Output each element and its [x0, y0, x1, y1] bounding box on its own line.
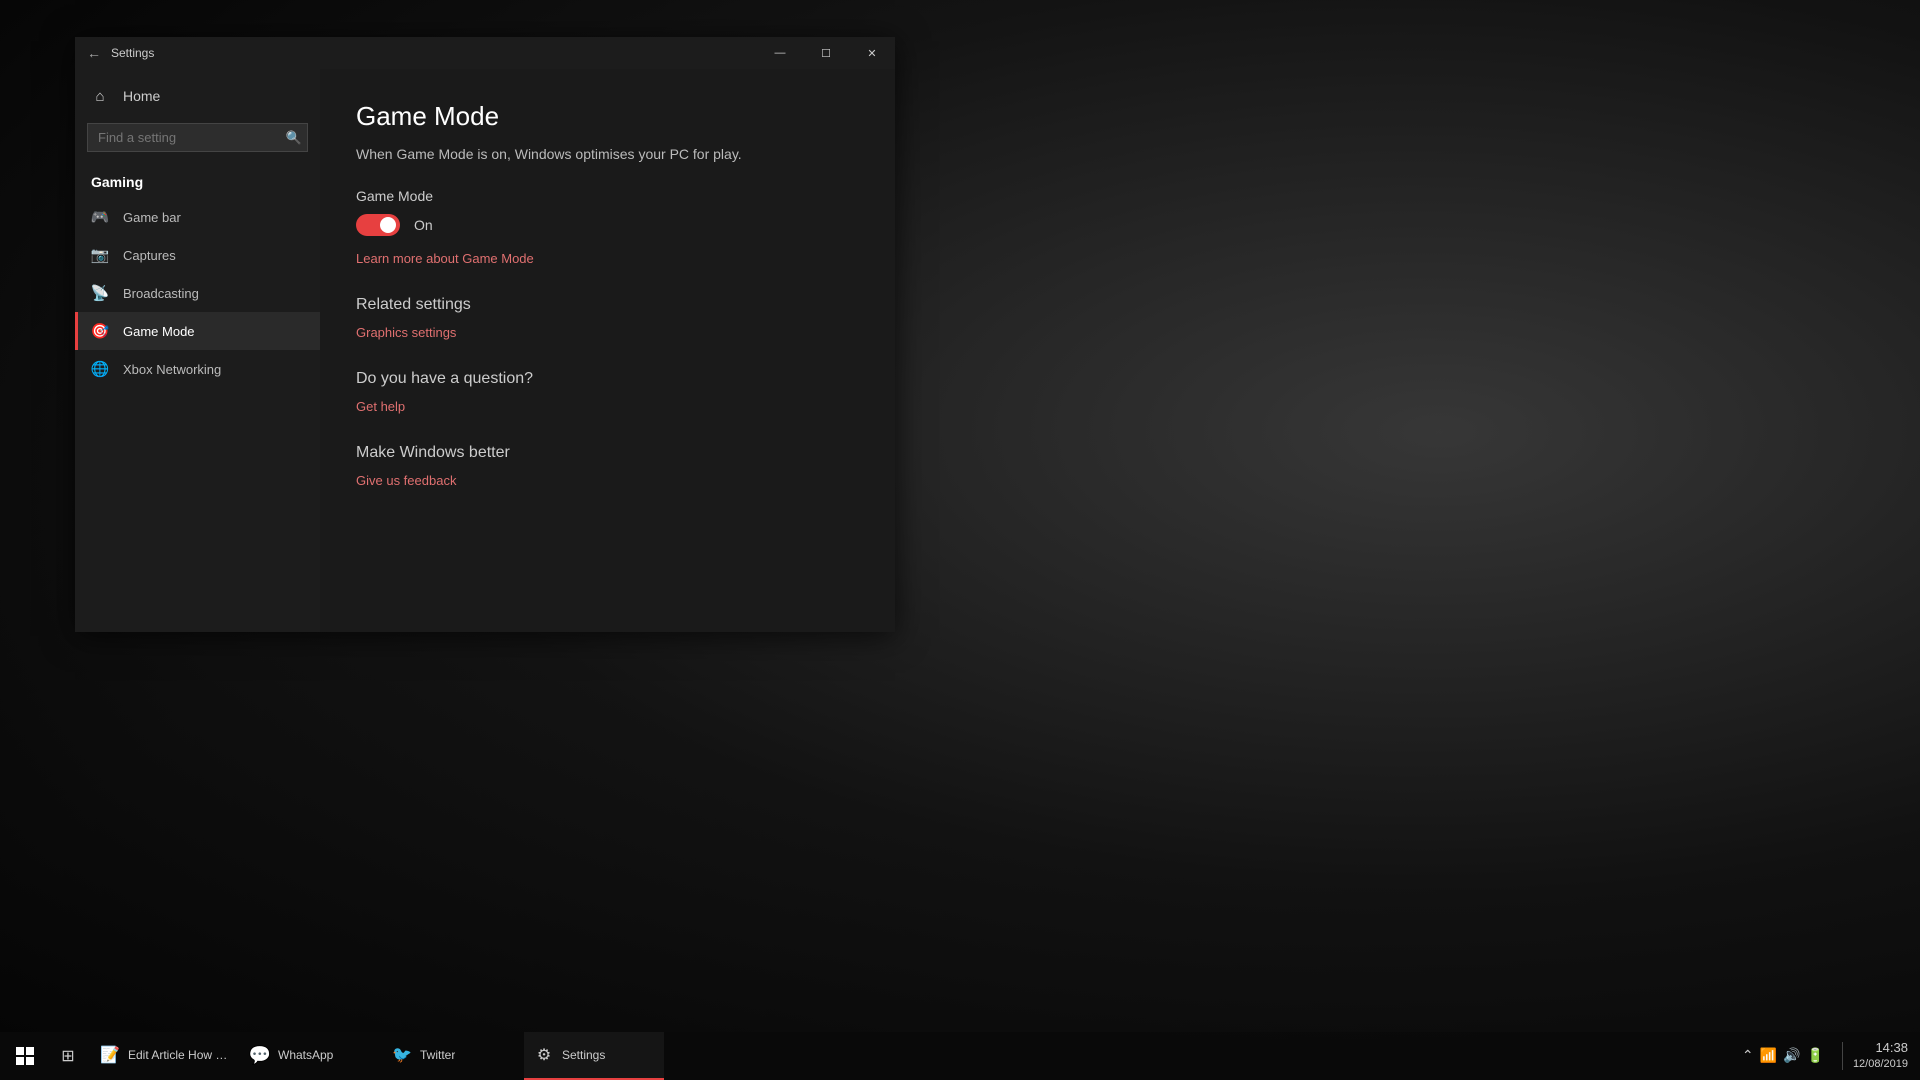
page-title: Game Mode: [356, 101, 859, 132]
maximize-button[interactable]: ☐: [803, 37, 849, 69]
section-label: Gaming: [75, 160, 320, 198]
battery-icon[interactable]: 🔋: [1807, 1047, 1824, 1064]
game-mode-toggle[interactable]: [356, 214, 400, 236]
home-icon: ⌂: [91, 87, 109, 105]
settings-label: Settings: [562, 1048, 605, 1062]
windows-logo: [16, 1047, 34, 1065]
sidebar-item-label: Captures: [123, 248, 176, 263]
question-heading: Do you have a question?: [356, 370, 859, 388]
graphics-settings-link[interactable]: Graphics settings: [356, 325, 456, 340]
back-button[interactable]: ←: [87, 45, 101, 61]
sidebar-item-xbox-networking[interactable]: 🌐 Xbox Networking: [75, 350, 320, 388]
search-input[interactable]: [87, 123, 308, 152]
sidebar-item-game-mode[interactable]: 🎯 Game Mode: [75, 312, 320, 350]
sidebar-item-home[interactable]: ⌂ Home: [75, 77, 320, 115]
captures-icon: 📷: [91, 246, 109, 264]
sidebar-item-label: Game bar: [123, 210, 181, 225]
make-better-section: Make Windows better Give us feedback: [356, 444, 859, 490]
network-icon[interactable]: 📶: [1760, 1047, 1777, 1064]
system-time[interactable]: 14:38 12/08/2019: [1853, 1039, 1908, 1073]
window-title: Settings: [111, 46, 154, 60]
title-bar: ← Settings — ☐ ✕: [75, 37, 895, 69]
search-box: 🔍: [87, 123, 308, 152]
twitter-label: Twitter: [420, 1048, 455, 1062]
system-tray: ⌃ 📶 🔊 🔋 14:38 12/08/2019: [1730, 1039, 1920, 1073]
related-settings-section: Related settings Graphics settings: [356, 296, 859, 342]
edit-article-icon: 📝: [100, 1045, 120, 1065]
date-display: 12/08/2019: [1853, 1057, 1908, 1072]
task-view-icon: ⊞: [61, 1046, 74, 1066]
related-settings-heading: Related settings: [356, 296, 859, 314]
make-better-heading: Make Windows better: [356, 444, 859, 462]
main-content: Game Mode When Game Mode is on, Windows …: [320, 69, 895, 632]
search-icon[interactable]: 🔍: [286, 130, 302, 146]
edit-article-label: Edit Article How to...: [128, 1048, 228, 1062]
get-help-link[interactable]: Get help: [356, 399, 405, 414]
time-display: 14:38: [1853, 1039, 1908, 1057]
window-controls: — ☐ ✕: [757, 37, 895, 69]
tray-divider: [1842, 1042, 1843, 1070]
sidebar-item-broadcasting[interactable]: 📡 Broadcasting: [75, 274, 320, 312]
toggle-row: On: [356, 214, 859, 236]
twitter-icon: 🐦: [392, 1045, 412, 1065]
window-body: ⌂ Home 🔍 Gaming 🎮 Game bar 📷 Captures 📡: [75, 69, 895, 632]
sidebar-item-game-bar[interactable]: 🎮 Game bar: [75, 198, 320, 236]
taskbar-app-edit-article[interactable]: 📝 Edit Article How to...: [90, 1032, 238, 1080]
question-section: Do you have a question? Get help: [356, 370, 859, 416]
settings-icon: ⚙: [534, 1045, 554, 1065]
game-bar-icon: 🎮: [91, 208, 109, 226]
volume-icon[interactable]: 🔊: [1783, 1047, 1800, 1064]
taskbar-app-twitter[interactable]: 🐦 Twitter: [382, 1032, 522, 1080]
game-mode-section: Game Mode On Learn more about Game Mode: [356, 188, 859, 268]
task-view-button[interactable]: ⊞: [50, 1032, 86, 1080]
learn-more-link[interactable]: Learn more about Game Mode: [356, 251, 534, 266]
sidebar-item-label: Broadcasting: [123, 286, 199, 301]
chevron-icon[interactable]: ⌃: [1742, 1047, 1754, 1064]
taskbar-app-settings[interactable]: ⚙ Settings: [524, 1032, 664, 1080]
game-mode-label: Game Mode: [356, 188, 859, 204]
close-button[interactable]: ✕: [849, 37, 895, 69]
settings-window: ← Settings — ☐ ✕ ⌂ Home 🔍 Gaming: [75, 37, 895, 632]
page-description: When Game Mode is on, Windows optimises …: [356, 146, 859, 162]
whatsapp-label: WhatsApp: [278, 1048, 333, 1062]
toggle-knob: [380, 217, 396, 233]
broadcasting-icon: 📡: [91, 284, 109, 302]
sidebar-item-label: Game Mode: [123, 324, 195, 339]
start-button[interactable]: [0, 1032, 50, 1080]
taskbar-app-whatsapp[interactable]: 💬 WhatsApp: [240, 1032, 380, 1080]
minimize-button[interactable]: —: [757, 37, 803, 69]
system-icons: ⌃ 📶 🔊 🔋: [1742, 1047, 1824, 1064]
sidebar: ⌂ Home 🔍 Gaming 🎮 Game bar 📷 Captures 📡: [75, 69, 320, 632]
xbox-networking-icon: 🌐: [91, 360, 109, 378]
game-mode-icon: 🎯: [91, 322, 109, 340]
sidebar-item-captures[interactable]: 📷 Captures: [75, 236, 320, 274]
taskbar: ⊞ 📝 Edit Article How to... 💬 WhatsApp 🐦 …: [0, 1032, 1920, 1080]
toggle-state-label: On: [414, 217, 433, 233]
give-feedback-link[interactable]: Give us feedback: [356, 473, 456, 488]
taskbar-apps: 📝 Edit Article How to... 💬 WhatsApp 🐦 Tw…: [86, 1032, 1730, 1080]
title-bar-left: ← Settings: [87, 45, 154, 61]
whatsapp-icon: 💬: [250, 1045, 270, 1065]
sidebar-item-label: Xbox Networking: [123, 362, 221, 377]
home-label: Home: [123, 88, 160, 104]
